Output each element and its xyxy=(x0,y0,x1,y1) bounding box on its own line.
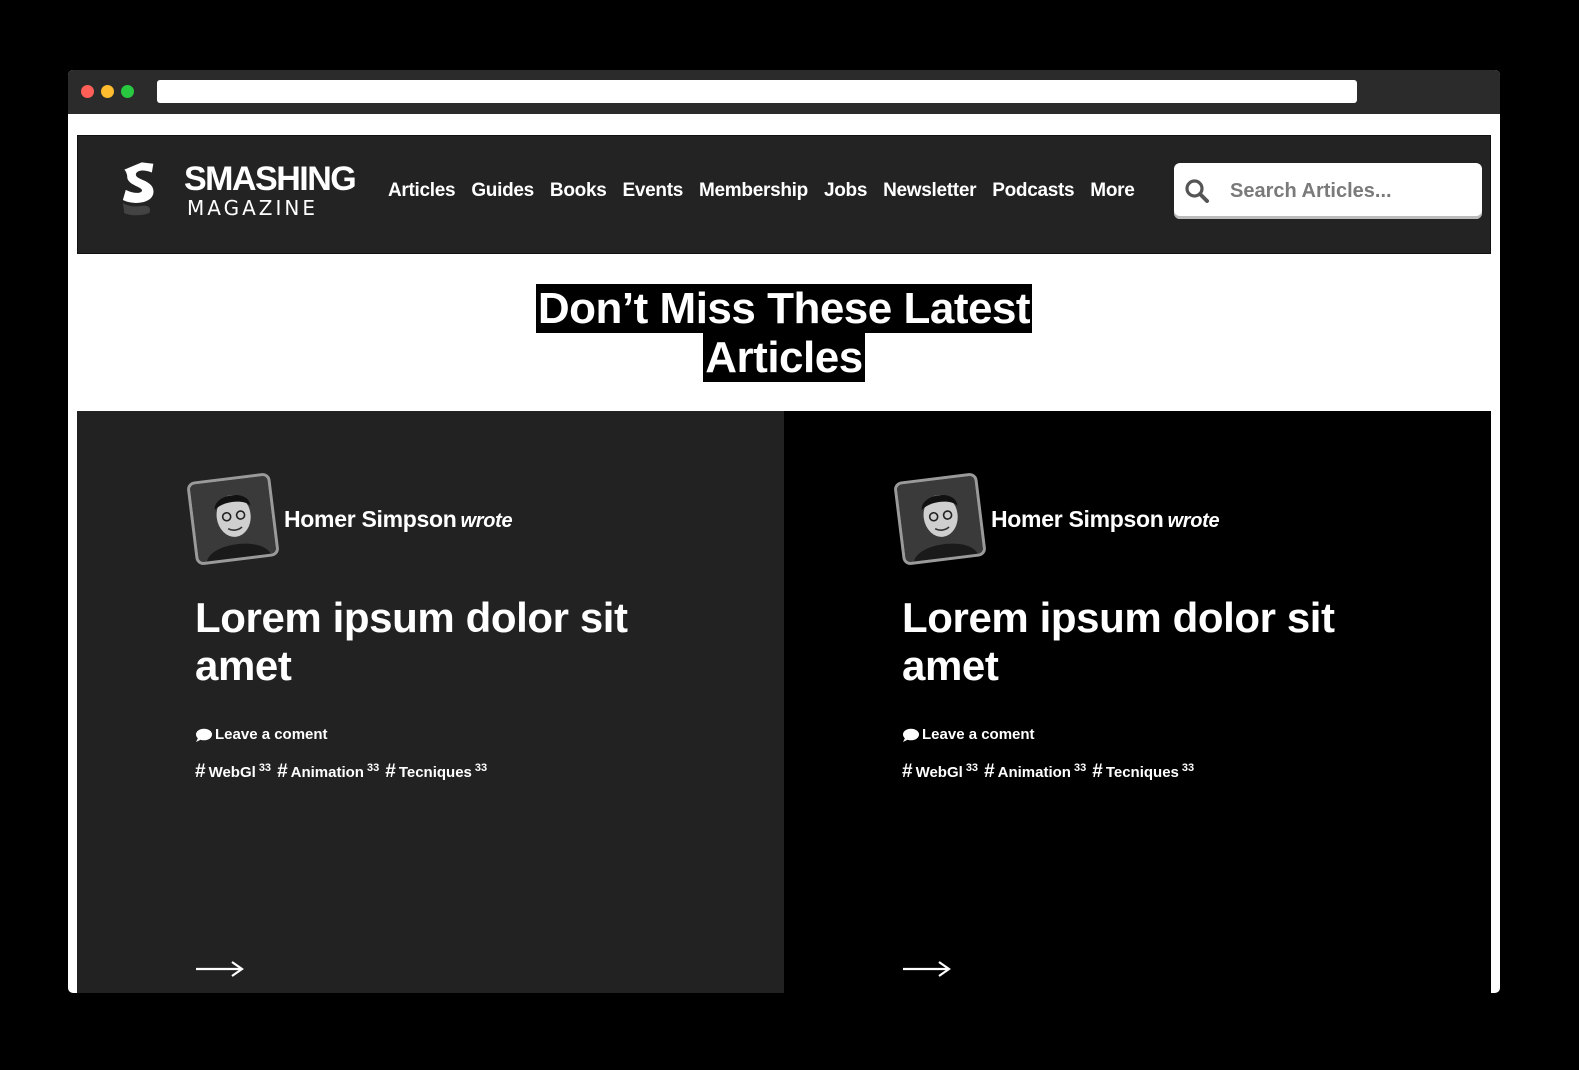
hash-icon: # xyxy=(1092,761,1103,782)
section-heading: Don’t Miss These Latest Articles xyxy=(77,284,1491,382)
read-more-arrow-icon[interactable] xyxy=(195,959,245,979)
article-title[interactable]: Lorem ipsum dolor sit amet xyxy=(195,594,675,690)
tag-count: 33 xyxy=(965,762,979,774)
hash-icon: # xyxy=(385,761,396,782)
nav-item-membership[interactable]: Membership xyxy=(699,180,808,202)
author-wrote-label: wrote xyxy=(460,509,513,532)
page: SMASHING MAGAZINE Articles Guides Books … xyxy=(77,135,1491,993)
minimize-window-button[interactable] xyxy=(101,85,114,98)
avatar-photo-icon xyxy=(896,475,984,563)
search-input[interactable] xyxy=(1230,163,1470,219)
tag-tecniques[interactable]: # Tecniques 33 xyxy=(385,761,487,783)
author-byline: Homer Simpson wrote xyxy=(893,472,1220,566)
author-avatar[interactable] xyxy=(893,472,987,566)
comment-label: Leave a coment xyxy=(215,726,328,743)
hash-icon: # xyxy=(984,761,995,782)
author-avatar[interactable] xyxy=(186,472,280,566)
logo-text-smashing: SMASHING xyxy=(184,160,357,198)
hash-icon: # xyxy=(277,761,288,782)
browser-chrome xyxy=(68,70,1500,114)
nav-item-books[interactable]: Books xyxy=(550,180,607,202)
comment-label: Leave a coment xyxy=(922,726,1035,743)
avatar-photo-icon xyxy=(189,475,277,563)
article-cards: Homer Simpson wrote Lorem ipsum dolor sit… xyxy=(77,411,1491,993)
nav-item-newsletter[interactable]: Newsletter xyxy=(883,180,976,202)
tag-list: # WebGl 33 # Animation 33 # Tecniques 33 xyxy=(195,761,487,783)
maximize-window-button[interactable] xyxy=(121,85,134,98)
tag-webgl[interactable]: # WebGl 33 xyxy=(902,761,978,783)
tag-count: 33 xyxy=(1073,762,1087,774)
comment-icon xyxy=(196,728,212,742)
close-window-button[interactable] xyxy=(81,85,94,98)
browser-window: SMASHING MAGAZINE Articles Guides Books … xyxy=(68,70,1500,993)
site-logo[interactable]: SMASHING MAGAZINE xyxy=(112,158,362,238)
logo-text-magazine: MAGAZINE xyxy=(187,196,318,220)
headline-line-1: Don’t Miss These Latest xyxy=(535,284,1033,333)
tag-webgl[interactable]: # WebGl 33 xyxy=(195,761,271,783)
article-card: Homer Simpson wrote Lorem ipsum dolor sit… xyxy=(77,411,784,993)
tag-count: 33 xyxy=(474,762,488,774)
tag-list: # WebGl 33 # Animation 33 # Tecniques 33 xyxy=(902,761,1194,783)
address-bar[interactable] xyxy=(157,80,1357,103)
author-name[interactable]: Homer Simpson wrote xyxy=(991,506,1220,533)
nav-item-more[interactable]: More xyxy=(1090,180,1135,202)
nav-item-jobs[interactable]: Jobs xyxy=(824,180,867,202)
tag-count: 33 xyxy=(366,762,380,774)
headline-line-2: Articles xyxy=(703,333,865,382)
hash-icon: # xyxy=(195,761,206,782)
comment-link[interactable]: Leave a coment xyxy=(195,726,328,743)
author-wrote-label: wrote xyxy=(1167,509,1220,532)
read-more-arrow-icon[interactable] xyxy=(902,959,952,979)
site-header: SMASHING MAGAZINE Articles Guides Books … xyxy=(77,135,1491,254)
comment-icon xyxy=(903,728,919,742)
nav-item-podcasts[interactable]: Podcasts xyxy=(992,180,1074,202)
comment-link[interactable]: Leave a coment xyxy=(902,726,1035,743)
article-card: Homer Simpson wrote Lorem ipsum dolor sit… xyxy=(784,411,1491,993)
search-icon[interactable] xyxy=(1184,178,1210,204)
nav-item-events[interactable]: Events xyxy=(623,180,684,202)
hash-icon: # xyxy=(902,761,913,782)
nav-item-guides[interactable]: Guides xyxy=(471,180,534,202)
author-byline: Homer Simpson wrote xyxy=(186,472,513,566)
nav-item-articles[interactable]: Articles xyxy=(388,180,456,202)
tag-tecniques[interactable]: # Tecniques 33 xyxy=(1092,761,1194,783)
main-nav: Articles Guides Books Events Membership … xyxy=(388,180,1151,202)
author-name[interactable]: Homer Simpson wrote xyxy=(284,506,513,533)
search-box xyxy=(1174,163,1482,219)
tag-count: 33 xyxy=(258,762,272,774)
article-title[interactable]: Lorem ipsum dolor sit amet xyxy=(902,594,1382,690)
tag-count: 33 xyxy=(1181,762,1195,774)
tag-animation[interactable]: # Animation 33 xyxy=(277,761,379,783)
tag-animation[interactable]: # Animation 33 xyxy=(984,761,1086,783)
smashing-logo-icon xyxy=(122,162,154,216)
